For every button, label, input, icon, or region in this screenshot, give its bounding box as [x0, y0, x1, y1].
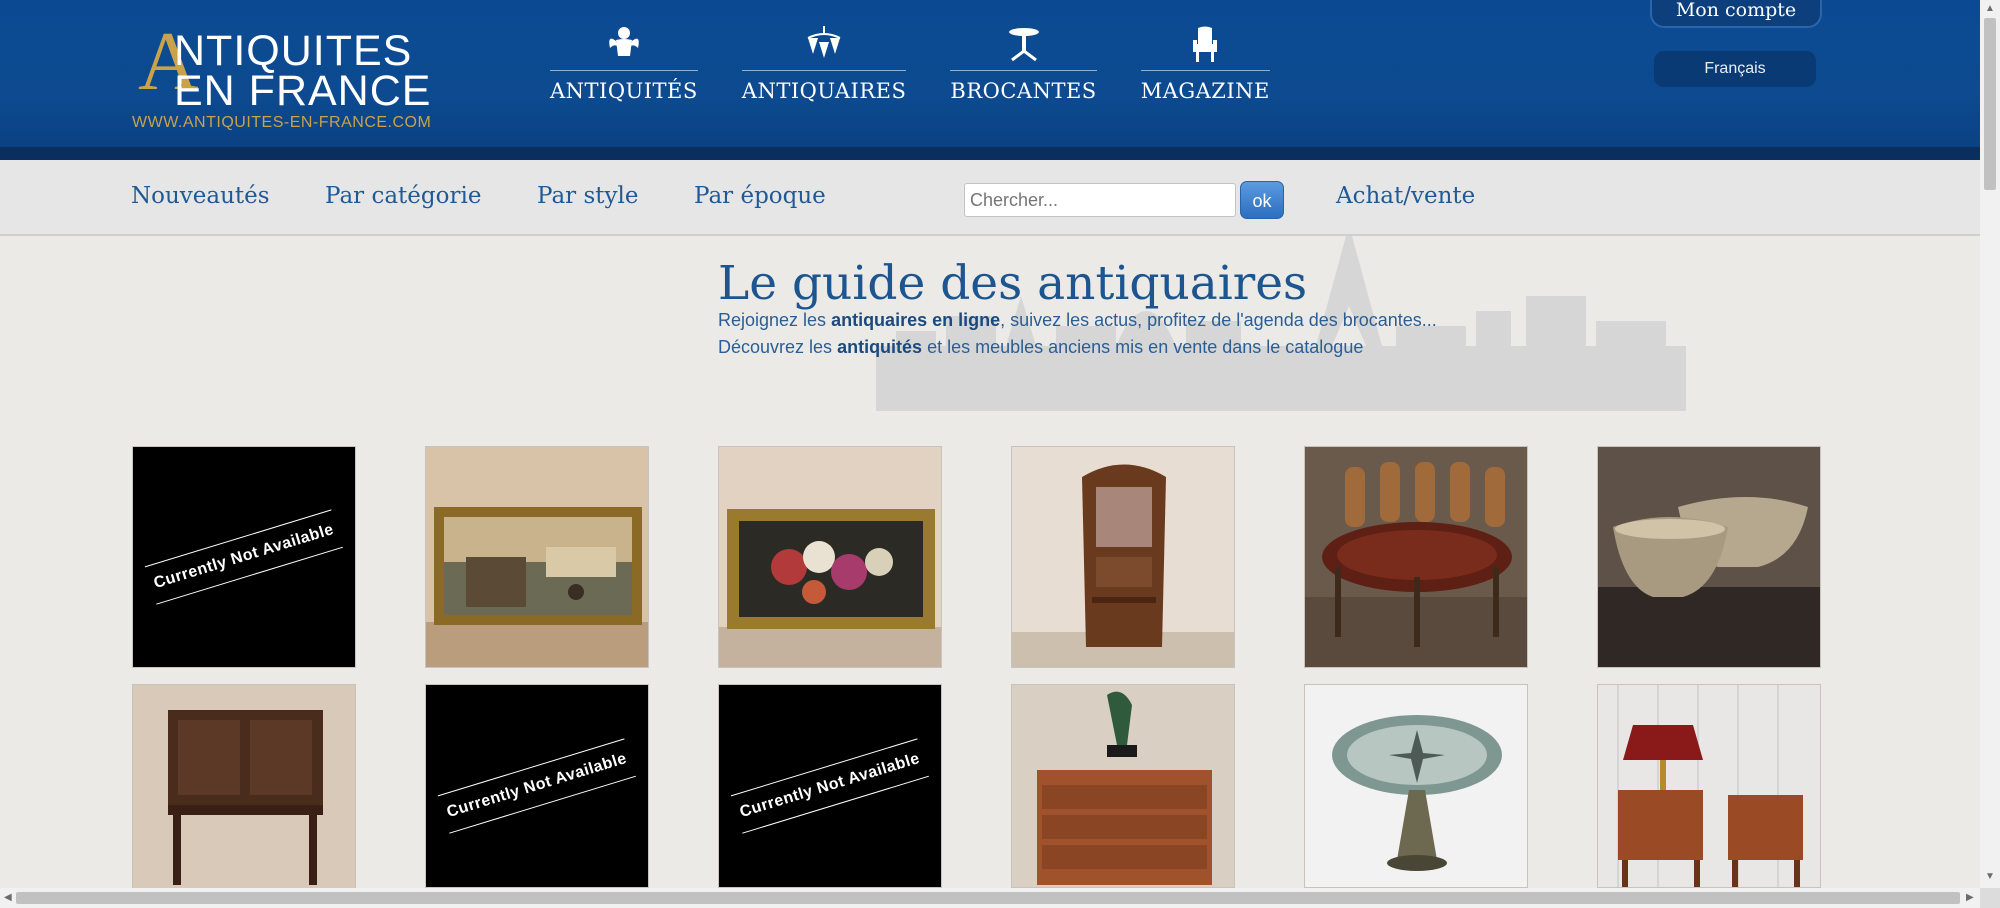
hero-line-2: Découvrez les antiquités et les meubles …	[718, 337, 1363, 358]
logo-url: WWW.ANTIQUITES-EN-FRANCE.COM	[132, 114, 432, 131]
nav-rule	[741, 70, 907, 71]
main-nav-antiquaires[interactable]: ANTIQUAIRES	[741, 22, 907, 112]
horizontal-scroll-thumb[interactable]	[16, 892, 1960, 904]
main-nav-label: MAGAZINE	[1140, 79, 1270, 103]
hero-line-2-post: et les meubles anciens mis en vente dans…	[922, 337, 1364, 357]
main-nav-antiquites[interactable]: ANTIQUITÉS	[550, 22, 698, 112]
armchair-icon	[1183, 22, 1227, 66]
search-button[interactable]: ok	[1240, 181, 1284, 219]
nav-rule	[1140, 70, 1270, 71]
search-input[interactable]	[964, 183, 1236, 217]
scroll-right-icon[interactable]: ▶	[1966, 893, 1974, 903]
product-tile-vitrine[interactable]	[1011, 446, 1235, 668]
hero-line-2-bold[interactable]: antiquités	[837, 337, 922, 357]
product-tile-flower-painting[interactable]	[718, 446, 942, 668]
subnav-par-style[interactable]: Par style	[537, 183, 638, 209]
logo-text-line2: EN FRANCE	[174, 67, 432, 115]
site-logo[interactable]: A NTIQUITES EN FRANCE WWW.ANTIQUITES-EN-…	[130, 20, 450, 134]
product-tile-carved-cabinet[interactable]	[132, 684, 356, 906]
product-tile-landscape-painting[interactable]	[425, 446, 649, 668]
main-nav-brocantes[interactable]: BROCANTES	[950, 22, 1097, 112]
scroll-down-icon[interactable]: ▼	[1985, 872, 1995, 882]
product-tile-stone-bowls[interactable]	[1597, 446, 1821, 668]
product-tile-unavailable[interactable]: Currently Not Available	[718, 684, 942, 888]
main-nav-magazine[interactable]: MAGAZINE	[1140, 22, 1270, 112]
nav-rule	[950, 70, 1097, 71]
subnav-par-categorie[interactable]: Par catégorie	[325, 183, 481, 209]
scroll-left-icon[interactable]: ◀	[4, 893, 12, 903]
horizontal-scrollbar[interactable]: ◀ ▶	[0, 888, 1980, 908]
hero-line-1-pre: Rejoignez les	[718, 310, 832, 330]
hero-line-2-pre: Découvrez les	[718, 337, 838, 357]
product-tile-pedestal-table[interactable]	[1304, 684, 1528, 888]
vertical-scroll-thumb[interactable]	[1984, 18, 1996, 190]
subnav-par-epoque[interactable]: Par époque	[694, 183, 826, 209]
chandelier-icon	[802, 22, 846, 66]
subnav-achat-vente[interactable]: Achat/vente	[1336, 183, 1475, 209]
nav-rule	[550, 70, 698, 71]
main-nav-label: ANTIQUITÉS	[550, 79, 698, 103]
product-tile-bedside-tables[interactable]	[1597, 684, 1821, 888]
account-tab[interactable]: Mon compte	[1650, 0, 1822, 28]
pedestal-table-icon	[1002, 22, 1046, 66]
not-available-label: Currently Not Available	[730, 738, 930, 834]
not-available-label: Currently Not Available	[144, 509, 344, 605]
header-bottom-band	[0, 147, 1980, 160]
product-tile-chest-statue[interactable]	[1011, 684, 1235, 888]
product-tile-unavailable[interactable]: Currently Not Available	[132, 446, 356, 668]
main-nav-label: BROCANTES	[950, 79, 1097, 103]
scroll-up-icon[interactable]: ▲	[1985, 4, 1995, 14]
cherub-icon	[602, 22, 646, 66]
vertical-scrollbar[interactable]: ▲ ▼	[1980, 0, 2000, 888]
not-available-label: Currently Not Available	[437, 738, 637, 834]
hero-line-1: Rejoignez les antiquaires en ligne, suiv…	[718, 310, 1437, 331]
main-nav: ANTIQUITÉS ANTIQUAIRES BROCANTES MAGAZIN…	[550, 22, 1270, 112]
subnav-nouveautes[interactable]: Nouveautés	[131, 183, 270, 209]
product-tile-unavailable[interactable]: Currently Not Available	[425, 684, 649, 888]
hero-line-1-bold[interactable]: antiquaires en ligne	[831, 310, 1000, 330]
hero-line-1-post: , suivez les actus, profitez de l'agenda…	[1000, 310, 1437, 330]
product-tile-dining-table[interactable]	[1304, 446, 1528, 668]
main-nav-label: ANTIQUAIRES	[741, 79, 907, 103]
scrollbar-corner	[1980, 888, 2000, 908]
language-button[interactable]: Français	[1654, 51, 1816, 87]
hero-title: Le guide des antiquaires	[718, 256, 1308, 311]
